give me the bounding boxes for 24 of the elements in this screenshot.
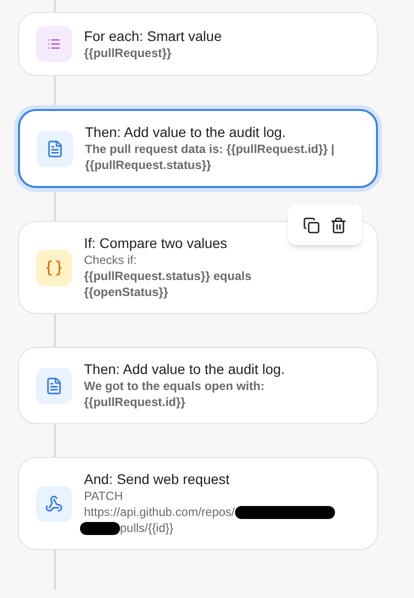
step-title: Then: Add value to the audit log. [85,124,287,141]
redaction-mark [80,522,120,534]
list-icon [36,26,72,62]
step-detail: We got to the equals open with: {{pullRequest.id}} [84,378,266,410]
document-icon [36,368,72,404]
step-detail: {{pullRequest.status}} equals {{openStatus}} [84,268,252,300]
webhook-icon [36,486,72,522]
duplicate-icon[interactable] [303,216,320,234]
delete-icon[interactable] [330,216,347,234]
step-card[interactable]: And: Send web request PATCH https://api.github.com/repos/ pulls/{{id}} [18,457,378,550]
braces-icon [36,250,72,286]
step-detail: PATCH [84,488,124,504]
step-card[interactable]: For each: Smart value {{pullRequest}} [18,12,378,76]
step-title: Then: Add value to the audit log. [84,361,286,378]
step-detail: Checks if: [84,252,138,268]
document-icon [37,130,73,166]
step-detail: The pull request data is: {{pullRequest.id}} | {{pullRequest.status}} [85,141,336,173]
step-title: For each: Smart value [84,28,222,44]
url-text: pulls/{{id}} [120,520,174,536]
step-title: If: Compare two values [84,235,228,252]
url-text: https://api.github.com/repos/ [84,504,235,520]
step-detail: {{pullRequest}} [84,44,172,60]
step-card[interactable]: Then: Add value to the audit log. We got to the equals open with: {{pullRequest.id}} [18,347,378,424]
step-title: And: Send web request [84,471,231,488]
